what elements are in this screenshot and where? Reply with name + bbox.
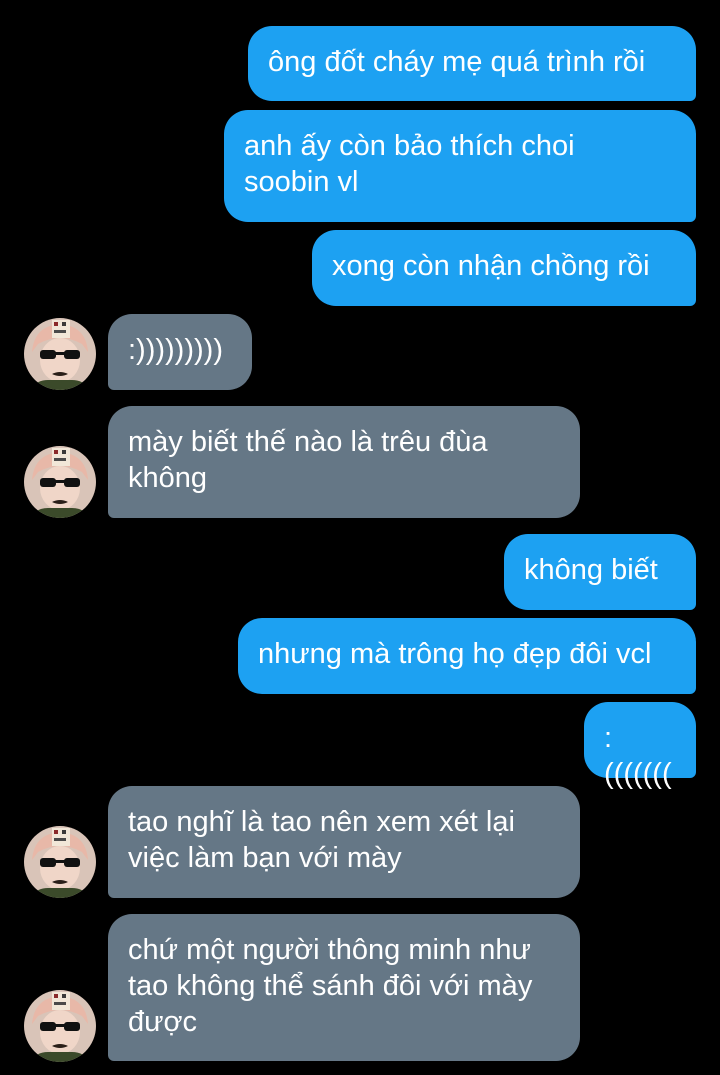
message-bubble-received[interactable]: tao nghĩ là tao nên xem xét lại việc làm…	[108, 786, 580, 898]
contact-avatar[interactable]	[24, 318, 96, 390]
message-bubble-sent[interactable]: nhưng mà trông họ đẹp đôi vcl	[238, 618, 696, 694]
message-bubble-sent[interactable]: ông đốt cháy mẹ quá trình rồi	[248, 26, 696, 101]
message-bubble-sent[interactable]: không biết	[504, 534, 696, 610]
message-bubble-sent[interactable]: anh ấy còn bảo thích choi soobin vl	[224, 110, 696, 222]
user-avatar-icon	[24, 446, 96, 518]
contact-avatar[interactable]	[24, 990, 96, 1062]
message-bubble-received[interactable]: chứ một người thông minh như tao không t…	[108, 914, 580, 1061]
message-bubble-received[interactable]: mày biết thế nào là trêu đùa không	[108, 406, 580, 518]
user-avatar-icon	[24, 990, 96, 1062]
user-avatar-icon	[24, 318, 96, 390]
message-bubble-received[interactable]: :)))))))))	[108, 314, 252, 390]
contact-avatar[interactable]	[24, 446, 96, 518]
message-bubble-sent[interactable]: :(((((((	[584, 702, 696, 790]
user-avatar-icon	[24, 826, 96, 898]
message-bubble-sent[interactable]: xong còn nhận chồng rồi	[312, 230, 696, 306]
contact-avatar[interactable]	[24, 826, 96, 898]
